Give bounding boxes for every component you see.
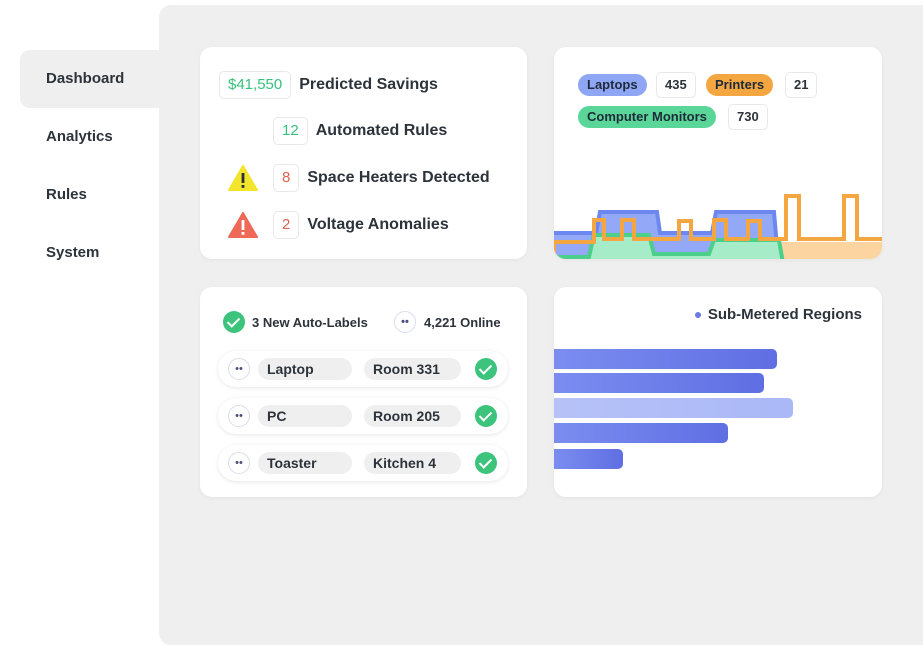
legend-label: Sub-Metered Regions bbox=[707, 306, 862, 323]
check-icon bbox=[475, 358, 497, 380]
rules-value: 12 bbox=[273, 117, 308, 145]
device-usage-card: Laptops 435 Printers 21 Computer Monitor… bbox=[554, 47, 882, 259]
tag-computer-monitors[interactable]: Computer Monitors bbox=[578, 106, 716, 128]
printers-count: 21 bbox=[785, 72, 818, 98]
device-location: Room 205 bbox=[364, 405, 461, 427]
check-icon bbox=[223, 311, 245, 333]
auto-labels-text: 3 New Auto-Labels bbox=[252, 314, 368, 330]
device-row[interactable]: •• Laptop Room 331 bbox=[218, 351, 508, 387]
tag-printers[interactable]: Printers bbox=[706, 74, 774, 96]
savings-row: $41,550 Predicted Savings bbox=[219, 71, 438, 99]
warning-yellow-icon bbox=[228, 165, 258, 191]
plug-icon: •• bbox=[228, 358, 250, 380]
auto-labels-summary: 3 New Auto-Labels bbox=[223, 311, 368, 333]
stats-card: $41,550 Predicted Savings 12 Automated R… bbox=[200, 47, 527, 259]
device-name: PC bbox=[258, 405, 352, 427]
regions-legend: Sub-Metered Regions bbox=[694, 306, 862, 323]
rules-label: Automated Rules bbox=[315, 122, 448, 139]
heaters-value: 8 bbox=[273, 164, 300, 192]
sidebar-item-label: Analytics bbox=[46, 128, 113, 145]
savings-label: Predicted Savings bbox=[299, 76, 438, 93]
device-row[interactable]: •• PC Room 205 bbox=[218, 398, 508, 434]
region-bar bbox=[554, 398, 793, 418]
monitors-count: 730 bbox=[728, 104, 768, 130]
warning-red-icon bbox=[228, 212, 258, 238]
auto-labels-card: 3 New Auto-Labels •• 4,221 Online •• Lap… bbox=[200, 287, 527, 497]
sub-metered-regions-card: Sub-Metered Regions bbox=[554, 287, 882, 497]
region-bar bbox=[554, 449, 623, 469]
region-bar bbox=[554, 373, 764, 393]
plug-icon: •• bbox=[228, 405, 250, 427]
device-name: Laptop bbox=[258, 358, 352, 380]
device-location: Room 331 bbox=[364, 358, 461, 380]
voltage-row: 2 Voltage Anomalies bbox=[273, 211, 449, 239]
device-usage-chart bbox=[554, 194, 882, 259]
device-row[interactable]: •• Toaster Kitchen 4 bbox=[218, 445, 508, 481]
legend-dot bbox=[694, 311, 701, 318]
sidebar-item-rules[interactable]: Rules bbox=[20, 166, 160, 224]
device-location: Kitchen 4 bbox=[364, 452, 461, 474]
sidebar-item-system[interactable]: System bbox=[20, 224, 160, 282]
voltage-value: 2 bbox=[273, 211, 300, 239]
sidebar-item-label: System bbox=[46, 244, 100, 261]
region-bar bbox=[554, 423, 728, 443]
sidebar: Dashboard Analytics Rules System bbox=[20, 50, 160, 282]
sidebar-item-label: Dashboard bbox=[46, 70, 125, 87]
sidebar-item-analytics[interactable]: Analytics bbox=[20, 108, 160, 166]
heaters-label: Space Heaters Detected bbox=[307, 169, 490, 186]
online-text: 4,221 Online bbox=[424, 314, 501, 330]
online-summary: •• 4,221 Online bbox=[394, 311, 501, 333]
tag-laptops[interactable]: Laptops bbox=[578, 74, 647, 96]
rules-row: 12 Automated Rules bbox=[273, 117, 447, 145]
savings-value: $41,550 bbox=[219, 71, 292, 99]
sidebar-item-label: Rules bbox=[46, 186, 87, 203]
voltage-label: Voltage Anomalies bbox=[307, 216, 449, 233]
plug-icon: •• bbox=[394, 311, 416, 333]
sidebar-item-dashboard[interactable]: Dashboard bbox=[20, 50, 160, 108]
check-icon bbox=[475, 452, 497, 474]
heaters-row: 8 Space Heaters Detected bbox=[273, 164, 490, 192]
check-icon bbox=[475, 405, 497, 427]
laptops-count: 435 bbox=[656, 72, 696, 98]
region-bar bbox=[554, 349, 777, 369]
device-name: Toaster bbox=[258, 452, 352, 474]
plug-icon: •• bbox=[228, 452, 250, 474]
